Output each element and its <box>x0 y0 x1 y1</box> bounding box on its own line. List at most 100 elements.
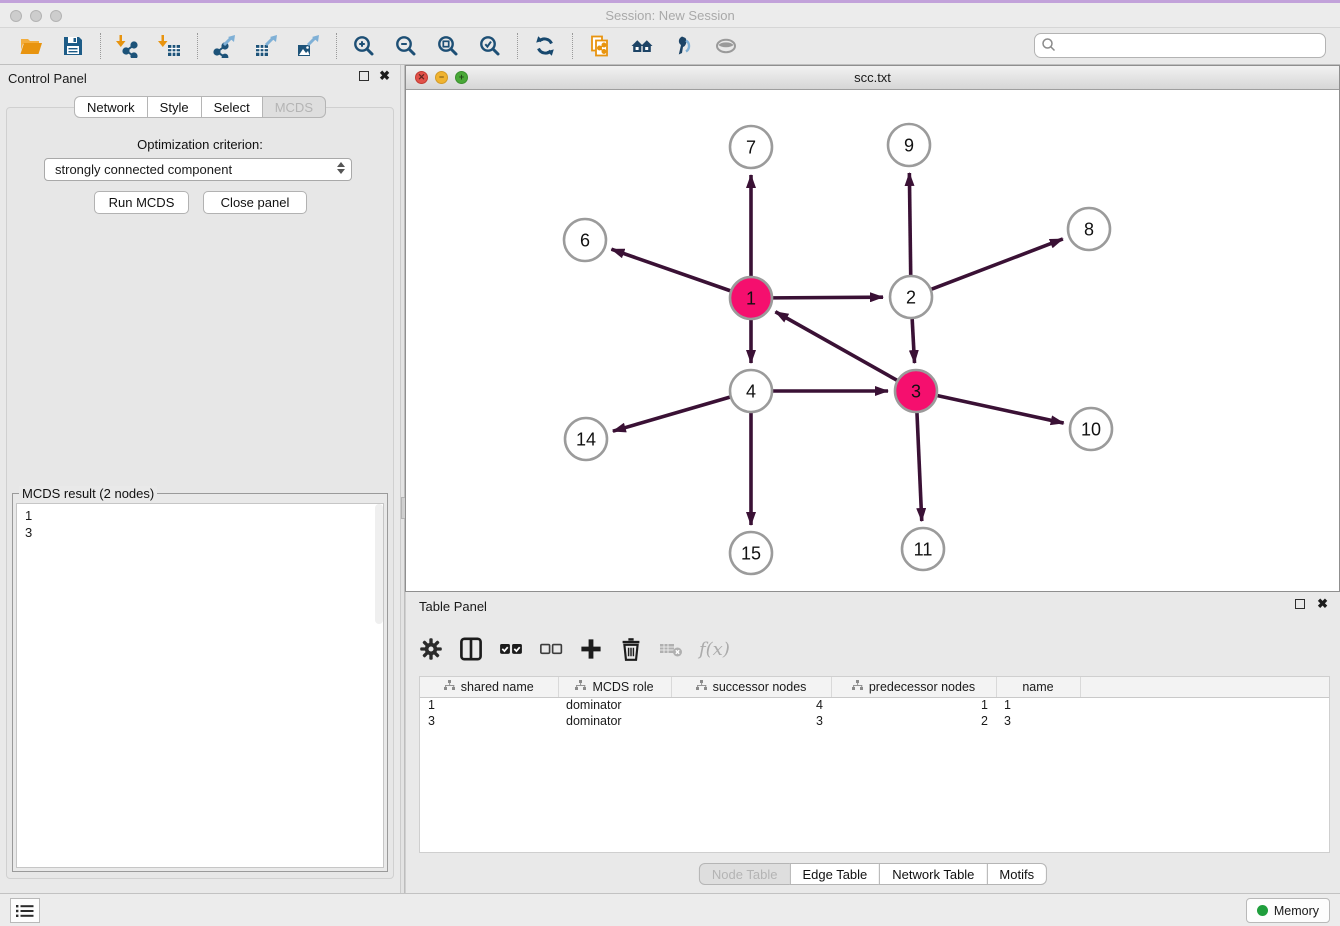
edge-3-10[interactable] <box>937 396 1063 423</box>
select-all-icon[interactable] <box>499 637 523 661</box>
cell-MCDS-role[interactable]: dominator <box>558 697 671 713</box>
export-image-icon[interactable] <box>296 33 322 59</box>
node-label-2: 2 <box>906 287 916 307</box>
control-panel-title: Control Panel <box>8 71 87 86</box>
cell-successor-nodes[interactable]: 3 <box>671 713 831 729</box>
cell-shared-name[interactable]: 3 <box>420 713 558 729</box>
main-toolbar <box>0 28 1340 65</box>
column-label: name <box>1022 680 1053 694</box>
zoom-in-icon[interactable] <box>351 33 377 59</box>
attribute-icon <box>852 680 863 694</box>
delete-table-icon[interactable] <box>659 637 683 661</box>
show-graphics-details-icon[interactable] <box>713 33 739 59</box>
control-panel: Control Panel ✖ NetworkStyleSelectMCDS O… <box>0 65 400 893</box>
close-panel-icon[interactable]: ✖ <box>379 70 390 82</box>
network-view-window: ✕ − + scc.txt 7968124314101511 <box>405 65 1340 592</box>
memory-status-icon <box>1257 905 1268 916</box>
edge-2-9[interactable] <box>909 173 910 275</box>
memory-label: Memory <box>1274 904 1319 918</box>
function-builder-icon[interactable]: f(x) <box>699 639 730 660</box>
edge-3-11[interactable] <box>917 413 922 521</box>
delete-columns-icon[interactable] <box>619 637 643 661</box>
add-column-icon[interactable] <box>579 637 603 661</box>
zoom-selected-icon[interactable] <box>477 33 503 59</box>
edge-3-1[interactable] <box>775 312 896 380</box>
deselect-all-icon[interactable] <box>539 637 563 661</box>
scrollbar[interactable] <box>375 504 383 624</box>
tab-motifs[interactable]: Motifs <box>986 863 1047 885</box>
cell-MCDS-role[interactable]: dominator <box>558 713 671 729</box>
run-mcds-button[interactable]: Run MCDS <box>94 191 189 214</box>
split-panel-icon[interactable] <box>459 637 483 661</box>
edge-2-3[interactable] <box>912 319 914 363</box>
edge-1-2[interactable] <box>773 297 883 298</box>
tab-style[interactable]: Style <box>147 96 202 118</box>
edge-1-6[interactable] <box>611 249 730 291</box>
network-window-titlebar[interactable]: ✕ − + scc.txt <box>406 66 1339 90</box>
status-bar: Memory <box>0 893 1340 926</box>
network-graph[interactable]: 7968124314101511 <box>406 90 1339 591</box>
refresh-view-icon[interactable] <box>532 33 558 59</box>
tab-select[interactable]: Select <box>201 96 263 118</box>
column-label: MCDS role <box>592 680 653 694</box>
column-header-MCDS-role[interactable]: MCDS role <box>558 677 671 697</box>
show-all-nodes-icon[interactable] <box>629 33 655 59</box>
optimization-criterion-dropdown[interactable]: strongly connected component <box>44 158 352 181</box>
tab-mcds[interactable]: MCDS <box>262 96 326 118</box>
mcds-result-text[interactable]: 13 <box>16 503 384 868</box>
zoom-out-icon[interactable] <box>393 33 419 59</box>
cell-successor-nodes[interactable]: 4 <box>671 697 831 713</box>
gear-icon[interactable] <box>419 637 443 661</box>
table-row[interactable]: 3dominator323 <box>420 713 1329 729</box>
column-header-filler <box>1080 677 1329 697</box>
cell-predecessor-nodes[interactable]: 2 <box>831 713 996 729</box>
task-history-button[interactable] <box>10 898 40 923</box>
control-panel-tabs: NetworkStyleSelectMCDS <box>0 96 400 118</box>
node-table[interactable]: shared name MCDS role successor nodesprede… <box>419 676 1330 853</box>
edge-2-8[interactable] <box>932 239 1063 289</box>
save-session-icon[interactable] <box>60 33 86 59</box>
toolbar-separator <box>100 33 101 59</box>
memory-button[interactable]: Memory <box>1246 898 1330 923</box>
cell-filler <box>1080 697 1329 713</box>
toolbar-separator <box>572 33 573 59</box>
search-field <box>1034 33 1326 58</box>
close-panel-button[interactable]: Close panel <box>203 191 307 214</box>
cell-predecessor-nodes[interactable]: 1 <box>831 697 996 713</box>
float-table-panel-icon[interactable] <box>1295 599 1305 609</box>
clone-network-icon[interactable] <box>587 33 613 59</box>
import-network-icon[interactable] <box>115 33 141 59</box>
search-icon <box>1041 37 1057 53</box>
column-header-name[interactable]: name <box>996 677 1080 697</box>
tab-edge-table[interactable]: Edge Table <box>789 863 880 885</box>
open-session-icon[interactable] <box>18 33 44 59</box>
export-network-icon[interactable] <box>212 33 238 59</box>
edge-4-14[interactable] <box>613 397 730 431</box>
search-input[interactable] <box>1034 33 1326 58</box>
close-table-panel-icon[interactable]: ✖ <box>1317 598 1328 610</box>
node-label-1: 1 <box>746 288 756 308</box>
column-header-predecessor-nodes[interactable]: predecessor nodes <box>831 677 996 697</box>
network-canvas[interactable]: 7968124314101511 <box>406 90 1339 591</box>
tab-network-table[interactable]: Network Table <box>879 863 987 885</box>
optimization-criterion-label: Optimization criterion: <box>0 137 400 152</box>
table-row[interactable]: 1dominator411 <box>420 697 1329 713</box>
column-header-successor-nodes[interactable]: successor nodes <box>671 677 831 697</box>
export-table-icon[interactable] <box>254 33 280 59</box>
table-tabs: Node TableEdge TableNetwork TableMotifs <box>699 863 1047 885</box>
zoom-fit-icon[interactable] <box>435 33 461 59</box>
node-label-9: 9 <box>904 135 914 155</box>
tab-node-table[interactable]: Node Table <box>699 863 791 885</box>
float-panel-icon[interactable] <box>359 71 369 81</box>
attribute-icon <box>575 680 586 694</box>
window-titlebar: Session: New Session <box>0 0 1340 28</box>
cell-shared-name[interactable]: 1 <box>420 697 558 713</box>
import-table-icon[interactable] <box>157 33 183 59</box>
cell-name[interactable]: 3 <box>996 713 1080 729</box>
column-header-shared-name[interactable]: shared name <box>420 677 558 697</box>
node-label-7: 7 <box>746 137 756 157</box>
mcds-result-box: MCDS result (2 nodes) 13 <box>12 493 388 872</box>
cell-name[interactable]: 1 <box>996 697 1080 713</box>
hide-selected-icon[interactable] <box>671 33 697 59</box>
tab-network[interactable]: Network <box>74 96 148 118</box>
